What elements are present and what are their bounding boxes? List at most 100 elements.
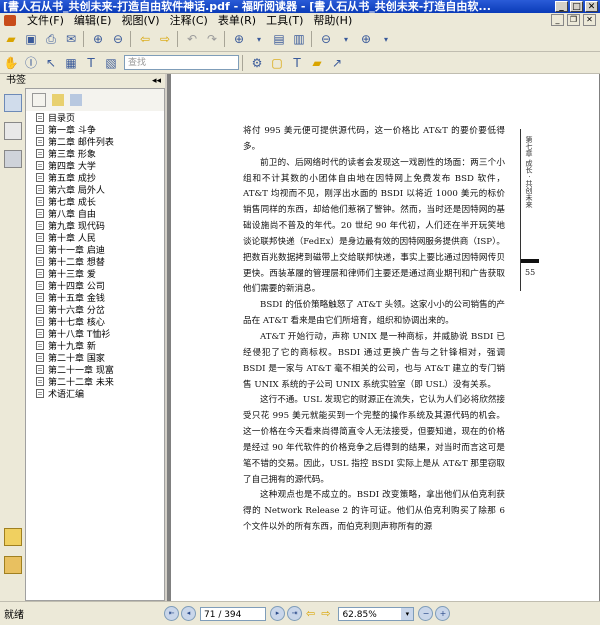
menu-edit[interactable]: 编辑(E): [69, 12, 117, 28]
highlight-icon[interactable]: ▰: [308, 54, 326, 72]
toolbar-separator: [130, 31, 131, 47]
history-back-icon[interactable]: ⇦: [306, 607, 315, 620]
undo-icon[interactable]: ↶: [183, 30, 201, 48]
bookmark-list: 目录页 第一章 斗争 第二章 邮件列表 第三章 形象 第四章 大学 第五章 成抄 第六章 局…: [26, 111, 164, 400]
collapse-sidebar-button[interactable]: ◂◂: [152, 74, 161, 88]
menu-comment[interactable]: 注释(C): [165, 12, 213, 28]
doc-close-button[interactable]: ✕: [583, 14, 596, 26]
bookmark-item[interactable]: 第十六章 分岔: [32, 303, 164, 316]
minimize-button[interactable]: _: [555, 1, 568, 12]
bookmark-item[interactable]: 第十章 人民: [32, 231, 164, 244]
bookmark-item[interactable]: 第十二章 想替: [32, 255, 164, 268]
zoom-in-circle-icon[interactable]: ⊕: [357, 30, 375, 48]
close-button[interactable]: ✕: [585, 1, 598, 12]
search-input[interactable]: 查找: [124, 55, 239, 70]
pages-panel-icon[interactable]: [3, 122, 22, 140]
previous-page-icon[interactable]: ⊕: [89, 30, 107, 48]
snapshot-icon[interactable]: ▦: [62, 54, 80, 72]
zoom-in-dropdown-icon[interactable]: ▾: [377, 30, 395, 48]
bookmark-page-icon: [36, 184, 44, 194]
bookmark-item[interactable]: 第八章 自由: [32, 207, 164, 220]
forward-arrow-icon[interactable]: ⇨: [156, 30, 174, 48]
menu-help[interactable]: 帮助(H): [308, 12, 357, 28]
menu-file[interactable]: 文件(F): [22, 12, 69, 28]
image-icon[interactable]: ▧: [102, 54, 120, 72]
zoom-dropdown-icon[interactable]: ▾: [401, 607, 414, 620]
bookmark-item[interactable]: 目录页: [32, 111, 164, 124]
arrow-select-icon[interactable]: ↖: [42, 54, 60, 72]
bookmark-item[interactable]: 第二十章 国家: [32, 351, 164, 364]
bookmark-options-icon[interactable]: [70, 94, 82, 106]
comments-panel-icon[interactable]: [3, 528, 22, 546]
next-page-button[interactable]: ▸: [270, 606, 285, 621]
note-icon[interactable]: ▢: [268, 54, 286, 72]
status-bar: 就绪 ⇤ ◂ 71 / 394 ▸ ⇥ ⇦ ⇨ 62.85% ▾ − +: [0, 601, 600, 625]
maximize-button[interactable]: □: [570, 1, 583, 12]
redo-icon[interactable]: ↷: [203, 30, 221, 48]
bookmark-item[interactable]: 术语汇编: [32, 387, 164, 400]
last-page-button[interactable]: ⇥: [287, 606, 302, 621]
menu-tools[interactable]: 工具(T): [261, 12, 308, 28]
zoom-out-dropdown-icon[interactable]: ▾: [337, 30, 355, 48]
bookmark-item[interactable]: 第四章 大学: [32, 159, 164, 172]
bookmark-item[interactable]: 第五章 成抄: [32, 171, 164, 184]
side-chapter-label: 第七章 成长 · 共创未来: [525, 136, 533, 208]
bookmarks-panel-icon[interactable]: [3, 94, 22, 112]
next-page-icon[interactable]: ⊖: [109, 30, 127, 48]
status-text: 就绪: [4, 610, 24, 621]
bookmark-item[interactable]: 第十四章 公司: [32, 279, 164, 292]
bookmark-item[interactable]: 第十五章 金钱: [32, 291, 164, 304]
search-options-icon[interactable]: ⚙: [248, 54, 266, 72]
doc-minimize-button[interactable]: _: [551, 14, 564, 26]
bookmark-page-icon: [36, 376, 44, 386]
bookmark-item[interactable]: 第九章 现代码: [32, 219, 164, 232]
bookmark-item[interactable]: 第三章 形象: [32, 147, 164, 160]
bookmark-item[interactable]: 第十三章 爱: [32, 267, 164, 280]
select-text-icon[interactable]: Ⓘ: [22, 54, 40, 72]
page-paragraph: BSDI 的低价策略触怒了 AT&T 头领。这家小小的公司销售的产品在 AT&T…: [243, 300, 505, 327]
bookmark-page-icon: [36, 244, 44, 254]
zoom-in-button[interactable]: +: [435, 606, 451, 621]
bookmark-item[interactable]: 第十九章 新: [32, 339, 164, 352]
menu-view[interactable]: 视图(V): [116, 12, 164, 28]
bookmark-item[interactable]: 第十八章 T恤衫: [32, 327, 164, 340]
doc-restore-button[interactable]: ❐: [567, 14, 580, 26]
sidebar-title: 书签: [6, 75, 26, 86]
layers-panel-icon[interactable]: [3, 150, 22, 168]
textbox-icon[interactable]: T: [288, 54, 306, 72]
delete-bookmark-icon[interactable]: [32, 93, 46, 107]
page-text: 将付 995 美元便可提供源代码，这一价格比 AT&T 的要价要低得多。 前卫的、…: [243, 124, 505, 536]
zoom-dropdown-icon[interactable]: ▾: [250, 30, 268, 48]
window-controls: _ □ ✕: [555, 1, 598, 12]
print-icon[interactable]: ⎙: [42, 30, 60, 48]
add-bookmark-icon[interactable]: [52, 94, 64, 106]
history-forward-icon[interactable]: ⇨: [321, 607, 330, 620]
page-number-field[interactable]: 71 / 394: [200, 606, 266, 621]
menu-form[interactable]: 表单(R): [213, 12, 261, 28]
attachments-panel-icon[interactable]: [3, 556, 22, 574]
prev-page-button[interactable]: ◂: [181, 606, 196, 621]
first-page-button[interactable]: ⇤: [164, 606, 179, 621]
zoom-out-button[interactable]: −: [418, 606, 434, 621]
bookmark-item[interactable]: 第一章 斗争: [32, 123, 164, 136]
document-viewer[interactable]: 将付 995 美元便可提供源代码，这一价格比 AT&T 的要价要低得多。 前卫的、…: [167, 74, 600, 601]
email-icon[interactable]: ✉: [62, 30, 80, 48]
fit-page-icon[interactable]: ▤: [270, 30, 288, 48]
zoom-in-icon[interactable]: ⊕: [230, 30, 248, 48]
bookmark-item[interactable]: 第六章 局外人: [32, 183, 164, 196]
bookmark-item[interactable]: 第二章 邮件列表: [32, 135, 164, 148]
zoom-field[interactable]: 62.85% ▾: [338, 606, 415, 621]
text-select-icon[interactable]: T: [82, 54, 100, 72]
bookmark-item[interactable]: 第二十二章 未来: [32, 375, 164, 388]
pen-icon[interactable]: ↗: [328, 54, 346, 72]
bookmark-item[interactable]: 第十一章 启迪: [32, 243, 164, 256]
bookmark-item[interactable]: 第二十一章 现富: [32, 363, 164, 376]
fit-width-icon[interactable]: ▥: [290, 30, 308, 48]
hand-tool-icon[interactable]: ✋: [2, 54, 20, 72]
save-icon[interactable]: ▣: [22, 30, 40, 48]
open-folder-icon[interactable]: ▰: [2, 30, 20, 48]
bookmark-item[interactable]: 第十七章 核心: [32, 315, 164, 328]
bookmark-item[interactable]: 第七章 成长: [32, 195, 164, 208]
zoom-out-circle-icon[interactable]: ⊖: [317, 30, 335, 48]
back-arrow-icon[interactable]: ⇦: [136, 30, 154, 48]
